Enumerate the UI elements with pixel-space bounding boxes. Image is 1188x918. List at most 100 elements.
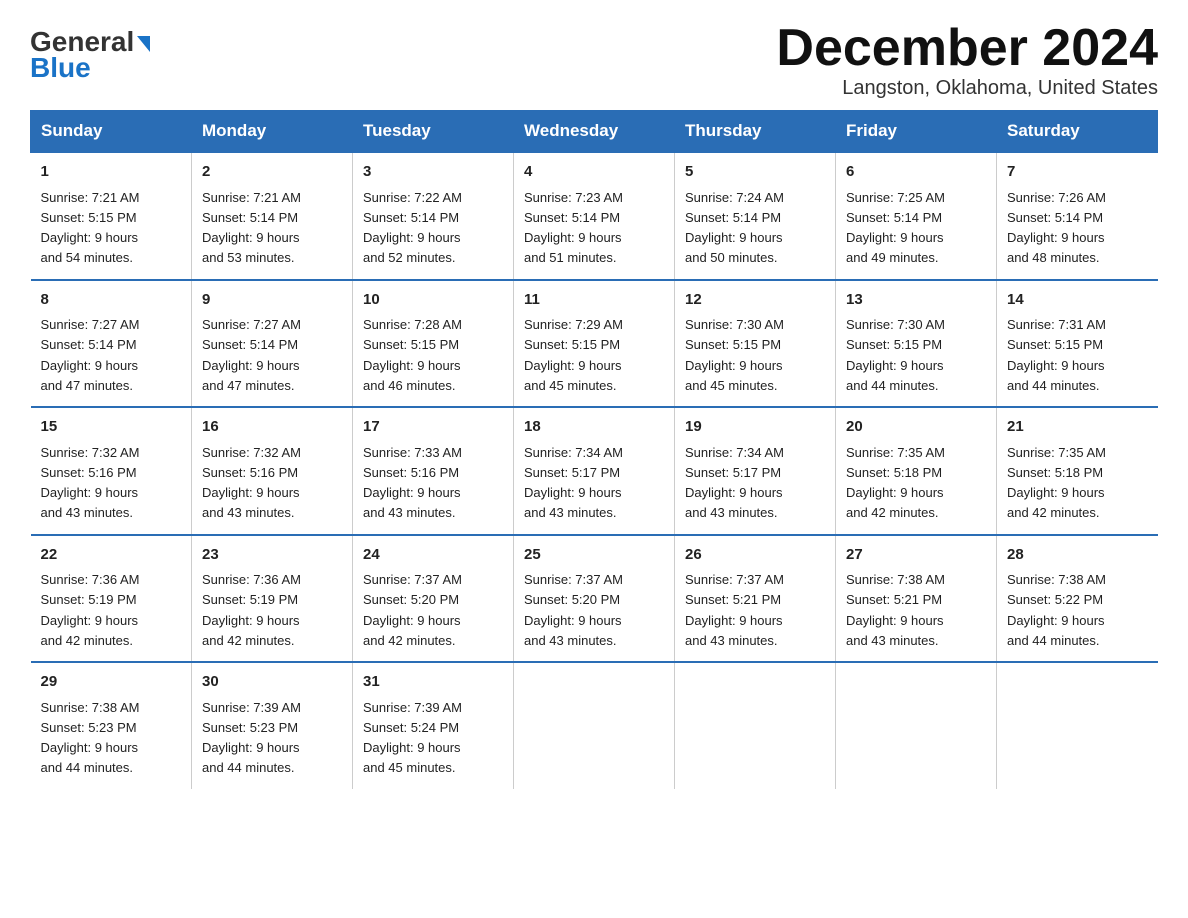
page-header: General Blue December 2024 Langston, Okl… — [30, 20, 1158, 100]
day-number: 20 — [846, 416, 986, 439]
calendar-header-thursday: Thursday — [675, 111, 836, 153]
day-number: 12 — [685, 289, 825, 312]
calendar-header-row: SundayMondayTuesdayWednesdayThursdayFrid… — [31, 111, 1158, 153]
day-info: Sunrise: 7:32 AMSunset: 5:16 PMDaylight:… — [41, 445, 140, 521]
day-info: Sunrise: 7:38 AMSunset: 5:23 PMDaylight:… — [41, 700, 140, 776]
calendar-cell: 25 Sunrise: 7:37 AMSunset: 5:20 PMDaylig… — [514, 535, 675, 663]
calendar-cell: 1 Sunrise: 7:21 AMSunset: 5:15 PMDayligh… — [31, 152, 192, 280]
day-number: 6 — [846, 161, 986, 184]
calendar-header-friday: Friday — [836, 111, 997, 153]
day-info: Sunrise: 7:37 AMSunset: 5:20 PMDaylight:… — [363, 572, 462, 648]
day-number: 5 — [685, 161, 825, 184]
day-number: 15 — [41, 416, 182, 439]
calendar-cell: 17 Sunrise: 7:33 AMSunset: 5:16 PMDaylig… — [353, 407, 514, 535]
calendar-cell — [836, 662, 997, 789]
day-number: 10 — [363, 289, 503, 312]
calendar-cell: 27 Sunrise: 7:38 AMSunset: 5:21 PMDaylig… — [836, 535, 997, 663]
day-info: Sunrise: 7:34 AMSunset: 5:17 PMDaylight:… — [524, 445, 623, 521]
calendar-cell: 22 Sunrise: 7:36 AMSunset: 5:19 PMDaylig… — [31, 535, 192, 663]
calendar-header-saturday: Saturday — [997, 111, 1158, 153]
calendar-cell: 7 Sunrise: 7:26 AMSunset: 5:14 PMDayligh… — [997, 152, 1158, 280]
day-number: 4 — [524, 161, 664, 184]
calendar-table: SundayMondayTuesdayWednesdayThursdayFrid… — [30, 110, 1158, 789]
day-number: 23 — [202, 544, 342, 567]
logo-blue: Blue — [30, 54, 91, 82]
day-info: Sunrise: 7:24 AMSunset: 5:14 PMDaylight:… — [685, 190, 784, 266]
day-info: Sunrise: 7:31 AMSunset: 5:15 PMDaylight:… — [1007, 317, 1106, 393]
calendar-cell: 26 Sunrise: 7:37 AMSunset: 5:21 PMDaylig… — [675, 535, 836, 663]
calendar-cell: 28 Sunrise: 7:38 AMSunset: 5:22 PMDaylig… — [997, 535, 1158, 663]
day-info: Sunrise: 7:32 AMSunset: 5:16 PMDaylight:… — [202, 445, 301, 521]
calendar-cell: 3 Sunrise: 7:22 AMSunset: 5:14 PMDayligh… — [353, 152, 514, 280]
calendar-cell: 2 Sunrise: 7:21 AMSunset: 5:14 PMDayligh… — [192, 152, 353, 280]
calendar-cell: 14 Sunrise: 7:31 AMSunset: 5:15 PMDaylig… — [997, 280, 1158, 408]
day-number: 30 — [202, 671, 342, 694]
calendar-header-tuesday: Tuesday — [353, 111, 514, 153]
calendar-cell: 15 Sunrise: 7:32 AMSunset: 5:16 PMDaylig… — [31, 407, 192, 535]
day-number: 2 — [202, 161, 342, 184]
day-number: 31 — [363, 671, 503, 694]
calendar-cell: 23 Sunrise: 7:36 AMSunset: 5:19 PMDaylig… — [192, 535, 353, 663]
day-number: 7 — [1007, 161, 1148, 184]
day-info: Sunrise: 7:33 AMSunset: 5:16 PMDaylight:… — [363, 445, 462, 521]
day-number: 16 — [202, 416, 342, 439]
day-number: 14 — [1007, 289, 1148, 312]
calendar-cell — [514, 662, 675, 789]
day-number: 28 — [1007, 544, 1148, 567]
day-number: 17 — [363, 416, 503, 439]
day-info: Sunrise: 7:25 AMSunset: 5:14 PMDaylight:… — [846, 190, 945, 266]
logo-arrow-icon — [137, 36, 150, 52]
day-number: 29 — [41, 671, 182, 694]
calendar-cell: 20 Sunrise: 7:35 AMSunset: 5:18 PMDaylig… — [836, 407, 997, 535]
calendar-header-sunday: Sunday — [31, 111, 192, 153]
calendar-week-row: 8 Sunrise: 7:27 AMSunset: 5:14 PMDayligh… — [31, 280, 1158, 408]
day-info: Sunrise: 7:36 AMSunset: 5:19 PMDaylight:… — [41, 572, 140, 648]
day-info: Sunrise: 7:37 AMSunset: 5:20 PMDaylight:… — [524, 572, 623, 648]
day-info: Sunrise: 7:35 AMSunset: 5:18 PMDaylight:… — [1007, 445, 1106, 521]
day-number: 1 — [41, 161, 182, 184]
day-info: Sunrise: 7:35 AMSunset: 5:18 PMDaylight:… — [846, 445, 945, 521]
day-info: Sunrise: 7:36 AMSunset: 5:19 PMDaylight:… — [202, 572, 301, 648]
calendar-cell: 8 Sunrise: 7:27 AMSunset: 5:14 PMDayligh… — [31, 280, 192, 408]
day-number: 21 — [1007, 416, 1148, 439]
day-number: 11 — [524, 289, 664, 312]
calendar-cell: 21 Sunrise: 7:35 AMSunset: 5:18 PMDaylig… — [997, 407, 1158, 535]
day-info: Sunrise: 7:30 AMSunset: 5:15 PMDaylight:… — [846, 317, 945, 393]
day-number: 27 — [846, 544, 986, 567]
day-info: Sunrise: 7:26 AMSunset: 5:14 PMDaylight:… — [1007, 190, 1106, 266]
calendar-cell: 9 Sunrise: 7:27 AMSunset: 5:14 PMDayligh… — [192, 280, 353, 408]
day-number: 26 — [685, 544, 825, 567]
page-title: December 2024 — [776, 20, 1158, 77]
day-number: 25 — [524, 544, 664, 567]
logo: General Blue — [30, 28, 150, 82]
day-number: 19 — [685, 416, 825, 439]
day-info: Sunrise: 7:39 AMSunset: 5:23 PMDaylight:… — [202, 700, 301, 776]
day-number: 8 — [41, 289, 182, 312]
calendar-cell: 5 Sunrise: 7:24 AMSunset: 5:14 PMDayligh… — [675, 152, 836, 280]
calendar-cell: 29 Sunrise: 7:38 AMSunset: 5:23 PMDaylig… — [31, 662, 192, 789]
day-info: Sunrise: 7:23 AMSunset: 5:14 PMDaylight:… — [524, 190, 623, 266]
calendar-week-row: 1 Sunrise: 7:21 AMSunset: 5:15 PMDayligh… — [31, 152, 1158, 280]
day-info: Sunrise: 7:21 AMSunset: 5:15 PMDaylight:… — [41, 190, 140, 266]
day-info: Sunrise: 7:39 AMSunset: 5:24 PMDaylight:… — [363, 700, 462, 776]
calendar-cell: 30 Sunrise: 7:39 AMSunset: 5:23 PMDaylig… — [192, 662, 353, 789]
day-number: 22 — [41, 544, 182, 567]
calendar-week-row: 15 Sunrise: 7:32 AMSunset: 5:16 PMDaylig… — [31, 407, 1158, 535]
calendar-cell: 12 Sunrise: 7:30 AMSunset: 5:15 PMDaylig… — [675, 280, 836, 408]
day-info: Sunrise: 7:30 AMSunset: 5:15 PMDaylight:… — [685, 317, 784, 393]
calendar-cell: 19 Sunrise: 7:34 AMSunset: 5:17 PMDaylig… — [675, 407, 836, 535]
calendar-cell: 13 Sunrise: 7:30 AMSunset: 5:15 PMDaylig… — [836, 280, 997, 408]
day-info: Sunrise: 7:34 AMSunset: 5:17 PMDaylight:… — [685, 445, 784, 521]
day-number: 24 — [363, 544, 503, 567]
calendar-cell: 31 Sunrise: 7:39 AMSunset: 5:24 PMDaylig… — [353, 662, 514, 789]
calendar-header-monday: Monday — [192, 111, 353, 153]
calendar-cell — [675, 662, 836, 789]
calendar-cell: 11 Sunrise: 7:29 AMSunset: 5:15 PMDaylig… — [514, 280, 675, 408]
day-info: Sunrise: 7:22 AMSunset: 5:14 PMDaylight:… — [363, 190, 462, 266]
day-info: Sunrise: 7:28 AMSunset: 5:15 PMDaylight:… — [363, 317, 462, 393]
day-number: 13 — [846, 289, 986, 312]
day-info: Sunrise: 7:38 AMSunset: 5:22 PMDaylight:… — [1007, 572, 1106, 648]
calendar-cell: 4 Sunrise: 7:23 AMSunset: 5:14 PMDayligh… — [514, 152, 675, 280]
day-info: Sunrise: 7:27 AMSunset: 5:14 PMDaylight:… — [41, 317, 140, 393]
calendar-cell: 18 Sunrise: 7:34 AMSunset: 5:17 PMDaylig… — [514, 407, 675, 535]
